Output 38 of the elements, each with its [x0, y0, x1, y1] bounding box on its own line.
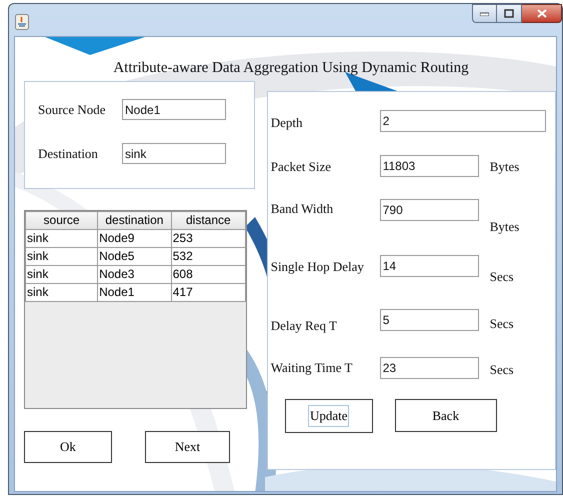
minimize-icon: [480, 12, 489, 16]
maximize-icon: [504, 9, 514, 18]
close-icon: [536, 9, 546, 18]
text-field[interactable]: 790: [380, 199, 479, 221]
field-label: Waiting Time T: [270, 359, 354, 377]
push-button[interactable]: Back: [394, 399, 497, 432]
unit-label: Secs: [490, 361, 514, 379]
text-field[interactable]: 2: [380, 110, 546, 132]
text-field[interactable]: 11803: [380, 155, 479, 177]
text-field[interactable]: 5: [380, 309, 479, 331]
column-header[interactable]: destination: [98, 212, 172, 230]
close-button[interactable]: [522, 4, 562, 23]
minimize-button[interactable]: [472, 4, 497, 23]
text-field[interactable]: 23: [380, 357, 479, 379]
page-heading: Attribute-aware Data Aggregation Using Dynamic Routing: [112, 59, 470, 78]
column-header[interactable]: distance: [171, 212, 246, 230]
field-label: Destination: [37, 144, 99, 163]
text-field[interactable]: 14: [380, 255, 479, 277]
unit-label: Bytes: [490, 218, 520, 236]
push-button[interactable]: Ok: [24, 431, 112, 463]
field-label: Single Hop Delay: [270, 258, 365, 276]
unit-label: Secs: [490, 315, 514, 333]
maximize-button[interactable]: [497, 4, 522, 23]
unit-label: Secs: [490, 268, 514, 286]
field-label: Depth: [270, 114, 304, 132]
column-header[interactable]: source: [26, 212, 98, 230]
push-button[interactable]: Next: [145, 431, 230, 463]
table-cell: sink: [26, 284, 98, 302]
text-field[interactable]: Node1: [122, 99, 226, 120]
field-label: Packet Size: [270, 158, 332, 176]
field-label: Source Node: [37, 100, 107, 119]
field-label: Delay Req T: [270, 317, 338, 335]
unit-label: Bytes: [490, 158, 520, 176]
table-cell: Node1: [98, 284, 172, 302]
text-field[interactable]: sink: [122, 143, 226, 164]
field-label: Band Width: [270, 200, 334, 218]
push-button[interactable]: Update: [284, 399, 373, 433]
table-cell: 417: [171, 284, 246, 302]
